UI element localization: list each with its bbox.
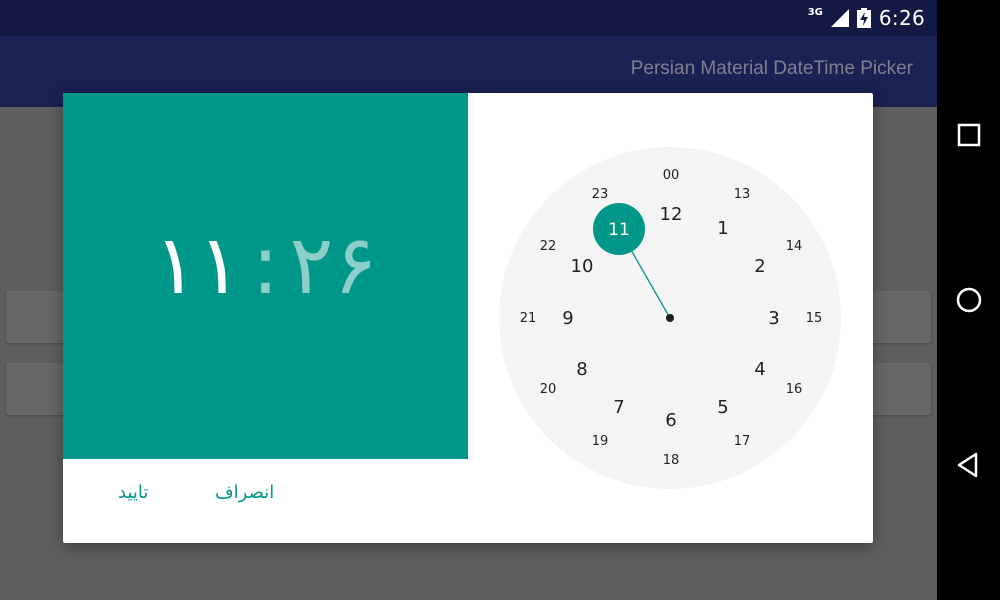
clock-hour-20[interactable]: 20: [540, 382, 557, 397]
time-display: ۱۱:۲۶: [63, 221, 468, 311]
minute-display[interactable]: ۲۶: [289, 218, 377, 313]
clock-hour-00[interactable]: 00: [663, 168, 680, 183]
clock-hour-8[interactable]: 8: [576, 359, 587, 380]
clock-area: 11 12 1 2 3 4 5 6 7 8 9 10 00 13 14 15 1…: [468, 93, 873, 489]
clock-hour-6[interactable]: 6: [665, 410, 676, 431]
cancel-button[interactable]: انصراف: [207, 475, 282, 511]
app-title: Persian Material DateTime Picker: [630, 58, 913, 79]
signal-icon: [830, 9, 849, 27]
clock-hour-10[interactable]: 10: [571, 256, 594, 277]
status-bar: 3G 6:26: [0, 0, 937, 36]
recents-icon[interactable]: [953, 119, 985, 151]
clock-hour-15[interactable]: 15: [806, 311, 823, 326]
dialog-actions: تایید انصراف: [63, 459, 873, 543]
clock-hour-23[interactable]: 23: [592, 187, 609, 202]
clock-hour-2[interactable]: 2: [754, 256, 765, 277]
clock-hour-9[interactable]: 9: [562, 308, 573, 329]
hour-display[interactable]: ۱۱: [154, 218, 242, 313]
confirm-button[interactable]: تایید: [110, 475, 156, 511]
clock-hour-19[interactable]: 19: [592, 434, 609, 449]
clock-hour-7[interactable]: 7: [613, 397, 624, 418]
clock-face[interactable]: 11 12 1 2 3 4 5 6 7 8 9 10 00 13 14 15 1…: [498, 146, 843, 491]
time-picker-dialog: ۱۱:۲۶ 11 12 1 2 3 4 5 6 7 8 9 10 00 13 1…: [63, 93, 873, 543]
clock-hour-22[interactable]: 22: [540, 239, 557, 254]
network-type-label: 3G: [807, 6, 823, 18]
clock-hour-14[interactable]: 14: [786, 239, 803, 254]
clock-hour-13[interactable]: 13: [734, 187, 751, 202]
clock-hour-4[interactable]: 4: [754, 359, 765, 380]
clock-hour-3[interactable]: 3: [768, 308, 779, 329]
battery-charging-icon: [856, 8, 871, 28]
time-separator: :: [251, 218, 280, 313]
clock-hour-16[interactable]: 16: [786, 382, 803, 397]
back-icon[interactable]: [953, 449, 985, 481]
clock-hour-1[interactable]: 1: [717, 218, 728, 239]
time-picker-header: ۱۱:۲۶: [63, 93, 468, 459]
clock-hour-17[interactable]: 17: [734, 434, 751, 449]
navigation-bar: [937, 0, 1000, 600]
status-time: 6:26: [878, 6, 925, 30]
selected-hour-label: 11: [608, 220, 630, 240]
clock-center-dot: [666, 314, 674, 322]
clock-hour-12[interactable]: 12: [660, 204, 683, 225]
clock-hour-5[interactable]: 5: [717, 397, 728, 418]
home-icon[interactable]: [953, 284, 985, 316]
clock-hour-21[interactable]: 21: [520, 311, 537, 326]
